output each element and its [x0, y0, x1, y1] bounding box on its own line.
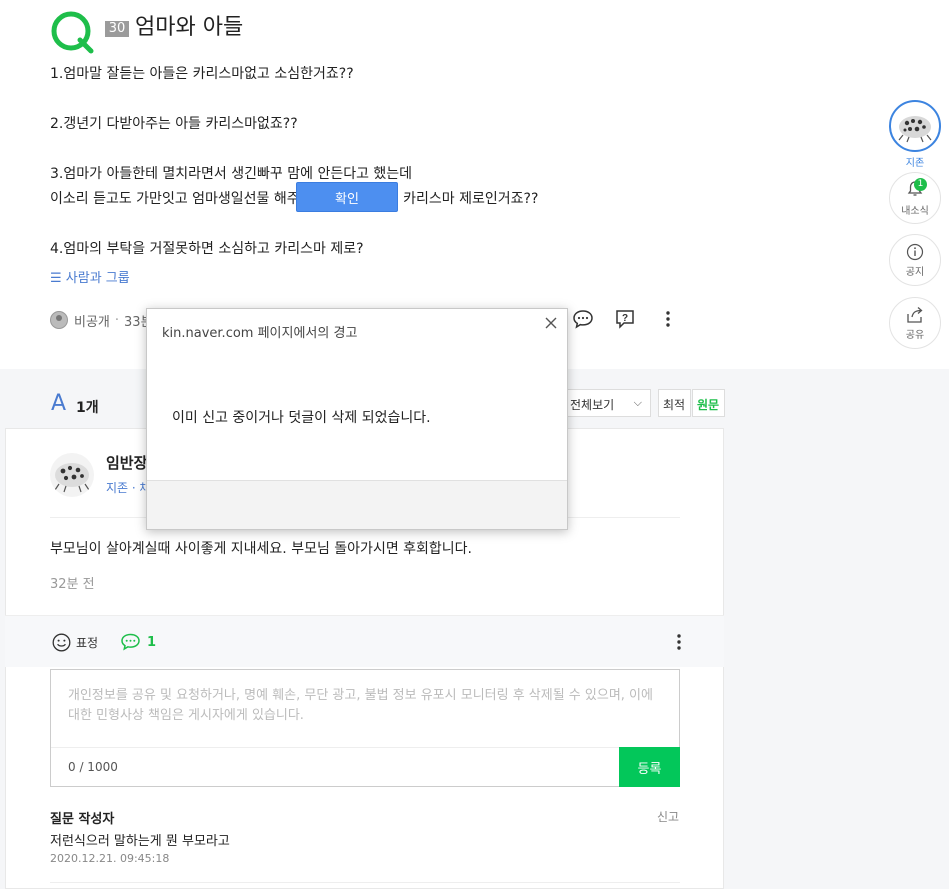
question-line: 4.엄마의 부탁을 거절못하면 소심하고 카리스마 제로?: [50, 241, 364, 257]
reward-badge: 30: [105, 21, 129, 37]
comment-divider: [50, 882, 680, 883]
comment-placeholder: 개인정보를 공유 및 요청하거나, 명예 훼손, 무단 광고, 불법 정보 유포…: [68, 688, 653, 723]
share-icon: [907, 306, 923, 323]
emotion-button[interactable]: 표정: [52, 632, 98, 652]
comment-char-counter: 0 / 1000: [68, 760, 118, 774]
question-q-icon: [51, 11, 94, 54]
question-line: 2.갱년기 다받아주는 아들 카리스마없죠??: [50, 116, 298, 132]
notification-badge: 1: [914, 177, 927, 191]
rail-profile-label: 지존: [905, 158, 925, 169]
answer-footer: [5, 615, 724, 667]
kebab-menu-icon: [677, 634, 681, 650]
chevron-down-icon: ⌵: [633, 396, 642, 409]
close-icon[interactable]: [543, 315, 559, 331]
answerer-level: 지존 · 채: [106, 481, 151, 495]
rail-share-label: 공유: [905, 329, 925, 341]
comment-bubble-button[interactable]: [572, 308, 594, 330]
announcement-circle: 공지: [889, 234, 941, 286]
rail-announcements-label: 공지: [905, 266, 925, 278]
speech-bubble-icon: [573, 310, 593, 329]
comment-report-link[interactable]: 신고: [657, 808, 679, 825]
category-tag-link[interactable]: ☰ 사람과 그룹: [50, 267, 130, 286]
rail-share[interactable]: 공유: [889, 297, 941, 349]
rail-notifications[interactable]: 1 내소식: [889, 172, 941, 224]
comment-author: 질문 작성자: [50, 812, 115, 827]
author-avatar: [50, 311, 68, 329]
beetle-avatar-icon: [898, 116, 932, 143]
question-more-button[interactable]: [657, 308, 679, 330]
profile-avatar: [889, 100, 941, 152]
dialog-message: 이미 신고 중이거나 덧글이 삭제 되었습니다.: [172, 410, 431, 426]
comment-icon: [121, 633, 140, 651]
answer-filter-select[interactable]: 전체보기 ⌵: [563, 389, 651, 417]
sort-best-button[interactable]: 최적: [658, 389, 691, 417]
sort-original-button[interactable]: 원문: [692, 389, 725, 417]
comment-box-divider: [51, 747, 619, 748]
answer-text: 부모님이 살아계실때 사이좋게 지내세요. 부모님 돌아가시면 후회합니다.: [50, 541, 472, 557]
answer-count: 1개: [76, 400, 99, 416]
rail-notifications-label: 내소식: [901, 205, 929, 217]
rail-announcements[interactable]: 공지: [889, 234, 941, 286]
rail-profile[interactable]: 지존: [889, 100, 941, 169]
share-circle: 공유: [889, 297, 941, 349]
question-line: 1.엄마말 잘듣는 아들은 카리스마없고 소심한거죠??: [50, 66, 354, 82]
beetle-avatar-icon: [50, 453, 94, 497]
dialog-footer: [147, 480, 567, 529]
author-name: 비공개: [74, 314, 110, 330]
question-mark-box-icon: ?: [616, 310, 634, 329]
answerer-name[interactable]: 임반장: [106, 452, 147, 473]
emotion-label: 표정: [76, 635, 99, 650]
svg-text:?: ?: [622, 313, 628, 324]
comment-submit-button[interactable]: 등록: [619, 747, 680, 787]
question-body: 1.엄마말 잘듣는 아들은 카리스마없고 소심한거죠?? 2.갱년기 다받아주는…: [50, 62, 750, 262]
comment-date: 2020.12.21. 09:45:18: [50, 852, 170, 865]
question-line: 3.엄마가 아들한테 멸치라면서 생긴빠꾸 맘에 안든다고 했는데: [50, 166, 413, 182]
dialog-ok-button[interactable]: 확인: [296, 182, 398, 212]
alert-dialog: kin.naver.com 페이지에서의 경고 이미 신고 중이거나 덧글이 삭…: [146, 308, 568, 530]
comment-text: 저런식으러 말하는게 뭔 부모라고: [50, 834, 230, 849]
answer-filter-value: 전체보기: [570, 398, 615, 412]
meta-separator: ·: [114, 312, 120, 328]
question-title: 엄마와 아들: [135, 15, 244, 40]
dialog-title: kin.naver.com 페이지에서의 경고: [162, 326, 358, 341]
smiley-icon: [52, 633, 71, 651]
question-meta: 비공개 · 33분: [50, 310, 153, 330]
kebab-menu-icon: [666, 311, 670, 327]
answer-time: 32분 전: [50, 577, 95, 592]
answer-comments-button[interactable]: 1: [120, 632, 156, 652]
answer-more-button[interactable]: [669, 631, 689, 653]
notification-circle: 1 내소식: [889, 172, 941, 224]
question-report-button[interactable]: ?: [614, 308, 636, 330]
question-line: 이소리 듣고도 가만잇고 엄마생일선물 해주면 호구에 소심에 카리스마 제로인…: [50, 191, 539, 207]
answerer-avatar[interactable]: [50, 453, 94, 497]
info-icon: [906, 243, 924, 260]
answer-a-icon: A: [51, 391, 67, 416]
comment-count: 1: [147, 634, 157, 650]
